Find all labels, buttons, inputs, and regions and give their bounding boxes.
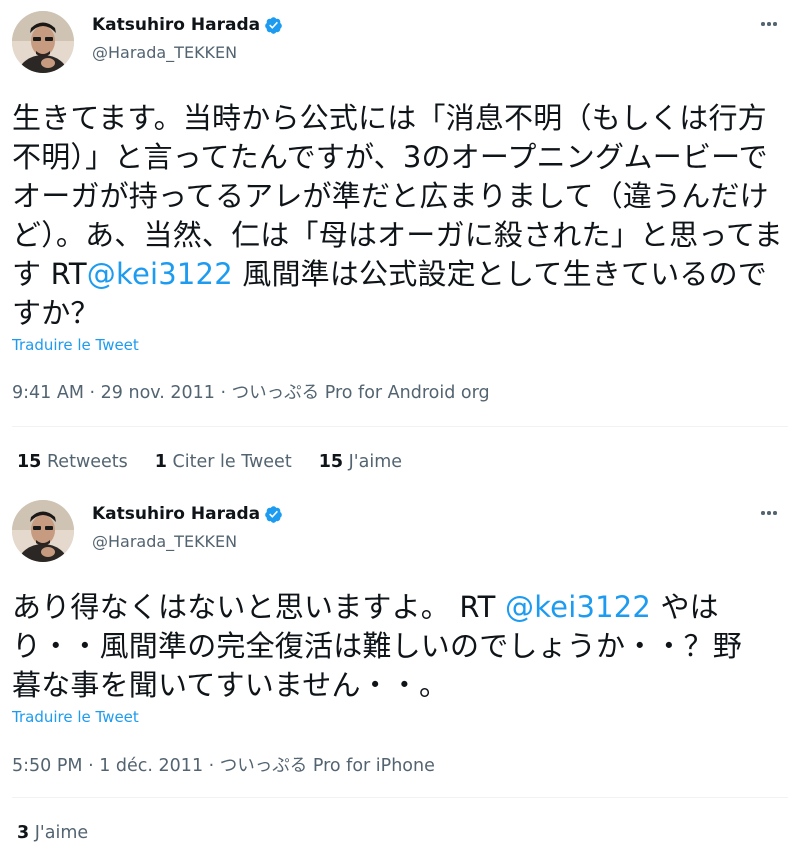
- tweet-date[interactable]: 29 nov. 2011: [101, 383, 215, 403]
- meta-separator: ·: [203, 756, 220, 776]
- tweet-text: あり得なくはないと思いますよ。 RT @kei3122 やはり・・風間準の完全復…: [12, 588, 752, 705]
- translate-tweet-link[interactable]: Traduire le Tweet: [12, 336, 139, 354]
- tweet-meta: 5:50 PM · 1 déc. 2011 · ついっぷる Pro for iP…: [12, 752, 435, 777]
- stat-label: Citer le Tweet: [172, 452, 292, 472]
- more-options-icon[interactable]: [756, 15, 782, 33]
- tweet-meta: 9:41 AM · 29 nov. 2011 · ついっぷる Pro for A…: [12, 379, 490, 404]
- stat-count: 15: [17, 452, 42, 472]
- author-handle[interactable]: @Harada_TEKKEN: [92, 42, 237, 63]
- meta-separator: ·: [82, 756, 100, 776]
- tweet-time[interactable]: 5:50 PM: [12, 756, 83, 776]
- more-options-icon[interactable]: [756, 504, 782, 522]
- meta-separator: ·: [214, 383, 232, 403]
- mention-link[interactable]: @kei3122: [505, 590, 651, 624]
- stat-count: 1: [154, 452, 167, 472]
- author-name-text[interactable]: Katsuhiro Harada: [92, 14, 260, 36]
- stat-count: 15: [318, 452, 344, 472]
- tweet-text-part: あり得なくはないと思いますよ。 RT: [12, 590, 505, 624]
- tweet-date[interactable]: 1 déc. 2011: [99, 756, 203, 776]
- divider: [12, 426, 788, 427]
- retweets-stat[interactable]: 15 Retweets: [17, 452, 128, 472]
- verified-badge-icon: [264, 505, 283, 524]
- author-handle[interactable]: @Harada_TEKKEN: [92, 531, 237, 552]
- tweet-stats: 3 J'aime: [17, 823, 115, 843]
- tweet-1: Katsuhiro Harada @Harada_TEKKEN 生きてます。当時…: [0, 0, 800, 490]
- author-name-text[interactable]: Katsuhiro Harada: [92, 503, 260, 525]
- avatar[interactable]: [12, 11, 74, 73]
- likes-stat[interactable]: 15 J'aime: [319, 452, 402, 472]
- tweet-time[interactable]: 9:41 AM: [12, 383, 84, 403]
- tweet-source[interactable]: ついっぷる Pro for Android org: [232, 383, 490, 403]
- stat-label: Retweets: [46, 452, 128, 472]
- stat-label: J'aime: [348, 452, 403, 472]
- likes-stat[interactable]: 3 J'aime: [17, 823, 88, 843]
- tweet-source[interactable]: ついっぷる Pro for iPhone: [220, 756, 435, 776]
- author-name[interactable]: Katsuhiro Harada: [92, 503, 283, 525]
- meta-separator: ·: [83, 383, 101, 403]
- translate-tweet-link[interactable]: Traduire le Tweet: [12, 708, 139, 726]
- quote-tweets-stat[interactable]: 1 Citer le Tweet: [155, 452, 292, 472]
- tweet-stats: 15 Retweets 1 Citer le Tweet 15 J'aime: [17, 452, 429, 472]
- author-name[interactable]: Katsuhiro Harada: [92, 14, 283, 36]
- stat-label: J'aime: [34, 823, 89, 843]
- stat-count: 3: [17, 823, 30, 843]
- avatar[interactable]: [12, 500, 74, 562]
- tweet-2: Katsuhiro Harada @Harada_TEKKEN あり得なくはない…: [0, 490, 800, 861]
- mention-link[interactable]: @kei3122: [87, 257, 233, 291]
- tweet-text: 生きてます。当時から公式には「消息不明（もしくは行方不明）」と言ってたんですが、…: [12, 99, 784, 333]
- verified-badge-icon: [264, 16, 283, 35]
- divider: [12, 797, 788, 798]
